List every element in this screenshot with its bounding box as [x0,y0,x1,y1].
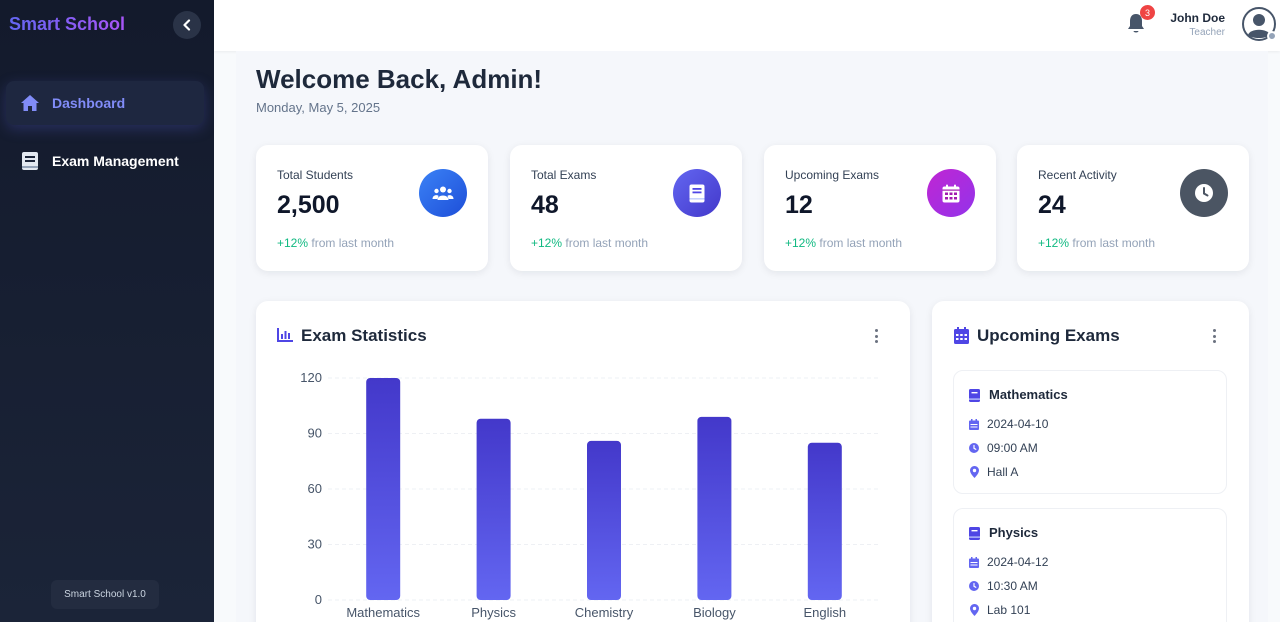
stat-card-upcoming-exams[interactable]: Upcoming Exams 12 +12% from last month [764,145,996,271]
upcoming-exams-panel: Upcoming Exams Mathematics 2024-04-10 09… [932,301,1249,622]
sidebar-item-dashboard[interactable]: Dashboard [6,81,204,125]
exam-location-row: Lab 101 [969,603,1030,617]
more-options-icon[interactable] [1207,327,1221,345]
stat-label: Total Students [277,168,354,182]
chevron-left-icon [183,19,191,31]
calendar-icon [954,327,969,344]
stat-value: 2,500 [277,191,340,219]
x-tick-label: Physics [471,605,516,620]
exam-card[interactable]: Mathematics 2024-04-10 09:00 AM Hall A [953,370,1227,494]
exam-date-row: 2024-04-12 [969,555,1048,569]
clock-icon [969,581,979,591]
stat-change: +12% from last month [785,236,903,250]
exam-location-row: Hall A [969,465,1018,479]
stat-change: +12% from last month [531,236,649,250]
calendar-icon [969,418,979,430]
user-role: Teacher [1189,27,1225,38]
sidebar-collapse-button[interactable] [173,11,201,39]
exam-name: Physics [989,525,1039,540]
bar-chemistry[interactable] [587,440,621,600]
book-icon [969,527,980,540]
x-tick-label: Chemistry [575,605,634,620]
book-icon [969,389,980,402]
brand-logo[interactable]: Smart School [9,14,125,35]
calendar-icon [927,169,975,217]
y-tick-label: 0 [315,592,322,607]
y-tick-label: 120 [300,370,322,385]
top-bar: 3 John Doe Teacher [214,0,1280,51]
exam-date: 2024-04-12 [987,555,1049,569]
sidebar-item-label: Dashboard [52,95,126,111]
calendar-icon [969,556,979,568]
x-tick-label: Mathematics [346,605,420,620]
stat-value: 48 [531,191,559,219]
stat-value: 24 [1038,191,1066,219]
user-name[interactable]: John Doe [1170,11,1225,25]
exam-time: 10:30 AM [987,579,1038,593]
exam-statistics-panel: Exam Statistics 0 30 60 90 120 Mathematics Phy… [256,301,910,622]
y-tick-label: 30 [308,537,322,552]
stat-card-total-exams[interactable]: Total Exams 48 +12% from last month [510,145,742,271]
users-icon [419,169,467,217]
map-pin-icon [969,466,979,478]
x-tick-label: Biology [693,605,736,620]
y-tick-label: 90 [308,426,322,441]
stat-card-recent-activity[interactable]: Recent Activity 24 +12% from last month [1017,145,1249,271]
exam-time-row: 10:30 AM [969,579,1038,593]
y-tick-label: 60 [308,481,322,496]
map-pin-icon [969,604,979,616]
exam-statistics-chart: 0 30 60 90 120 Mathematics Physics Chemistry Bio… [300,370,880,620]
clock-icon [969,443,979,453]
stat-label: Total Exams [531,168,597,182]
stat-change: +12% from last month [1038,236,1156,250]
page-title: Welcome Back, Admin! [256,64,543,94]
online-status-dot [1267,31,1277,41]
x-tick-label: English [803,605,846,620]
stat-label: Upcoming Exams [785,168,880,182]
book-icon [20,151,40,171]
home-icon [20,93,40,113]
panel-title: Upcoming Exams [977,326,1120,345]
stat-card-total-students[interactable]: Total Students 2,500 +12% from last mont… [256,145,488,271]
exam-location: Lab 101 [987,603,1031,617]
bar-english[interactable] [807,442,842,600]
version-badge: Smart School v1.0 [51,580,159,609]
sidebar: Smart School Dashboard Exam Management S… [0,0,214,622]
bar-physics[interactable] [476,418,511,600]
page-date: Monday, May 5, 2025 [256,100,381,115]
stat-label: Recent Activity [1038,168,1117,182]
exam-time: 09:00 AM [987,441,1038,455]
stat-value: 12 [785,191,813,219]
exam-card[interactable]: Physics 2024-04-12 10:30 AM Lab 101 [953,508,1227,622]
exam-location: Hall A [987,465,1019,479]
stat-change: +12% from last month [277,236,395,250]
bar-mathematics[interactable] [366,378,401,600]
exam-time-row: 09:00 AM [969,441,1038,455]
exam-date: 2024-04-10 [987,417,1049,431]
notification-count-badge: 3 [1140,5,1155,20]
exam-date-row: 2024-04-10 [969,417,1048,431]
sidebar-item-exam-management[interactable]: Exam Management [6,139,204,183]
bar-biology[interactable] [697,416,732,600]
book-icon [673,169,721,217]
exam-name: Mathematics [989,387,1068,402]
clock-icon [1180,169,1228,217]
sidebar-item-label: Exam Management [52,153,179,169]
